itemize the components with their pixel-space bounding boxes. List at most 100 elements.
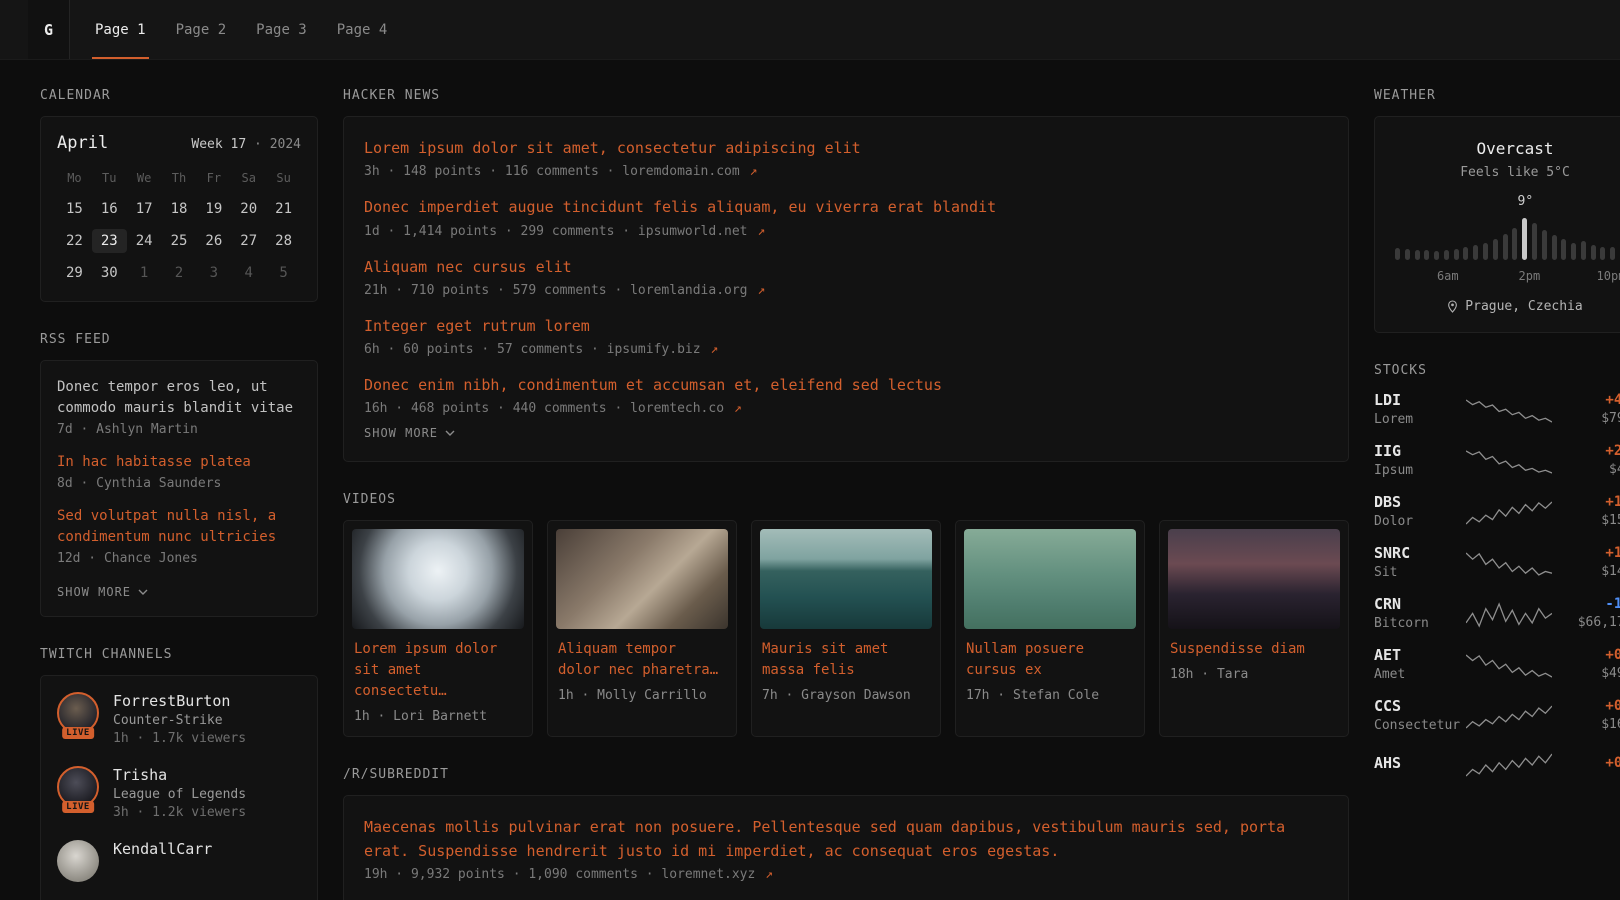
stock-values: +1.42%$156.28	[1556, 494, 1620, 528]
video-thumbnail[interactable]	[964, 529, 1136, 629]
hacker-news-item-meta: 3h · 148 points · 116 comments · loremdo…	[364, 164, 1328, 179]
rss-show-more-button[interactable]: SHOW MORE	[57, 585, 148, 599]
stock-id: CRNBitcorn	[1374, 595, 1462, 631]
video-card[interactable]: Nullam posuere cursus ex17h · Stefan Col…	[955, 520, 1145, 737]
video-title[interactable]: Aliquam tempor dolor nec pharetra…	[558, 639, 726, 681]
video-body: Nullam posuere cursus ex17h · Stefan Col…	[956, 637, 1144, 715]
hacker-news-item-title[interactable]: Donec imperdiet augue tincidunt felis al…	[364, 196, 1328, 219]
hacker-news-item-title[interactable]: Aliquam nec cursus elit	[364, 256, 1328, 279]
external-link-icon[interactable]: ↗	[710, 342, 718, 357]
stock-row[interactable]: CRNBitcorn-1.00%$66,171.48	[1374, 595, 1620, 631]
video-card[interactable]: Aliquam tempor dolor nec pharetra…1h · M…	[547, 520, 737, 737]
stock-sparkline	[1462, 496, 1556, 526]
hacker-news-item: Integer eget rutrum lorem 6h · 60 points …	[364, 315, 1328, 357]
channel-meta: 1h · 1.7k viewers	[113, 731, 246, 746]
twitch-channel[interactable]: LIVEForrestBurtonCounter-Strike1h · 1.7k…	[57, 692, 301, 746]
video-title[interactable]: Suspendisse diam	[1170, 639, 1338, 660]
video-title[interactable]: Mauris sit amet massa felis	[762, 639, 930, 681]
weather-bar	[1561, 239, 1566, 260]
stock-price: $148.64	[1556, 564, 1620, 579]
hacker-news-item-title[interactable]: Lorem ipsum dolor sit amet, consectetur …	[364, 137, 1328, 160]
calendar-day: 24	[127, 229, 162, 253]
video-title[interactable]: Nullam posuere cursus ex	[966, 639, 1134, 681]
right-column: WEATHER Overcast Feels like 5°C 9° 6am2p…	[1374, 88, 1620, 900]
video-thumbnail[interactable]	[760, 529, 932, 629]
tab-page-4[interactable]: Page 4	[322, 0, 403, 59]
left-column: CALENDAR April Week 17 · 2024 MoTuWeThFr…	[40, 88, 318, 900]
video-card[interactable]: Lorem ipsum dolor sit amet consectetu…1h…	[343, 520, 533, 737]
video-thumbnail[interactable]	[1168, 529, 1340, 629]
stock-price: $156.28	[1556, 513, 1620, 528]
video-card[interactable]: Suspendisse diam18h · Tara	[1159, 520, 1349, 737]
logo[interactable]: G	[28, 0, 70, 59]
weather-time-label: 10pm	[1597, 269, 1620, 283]
weather-bar	[1473, 245, 1478, 260]
stock-sparkline	[1462, 700, 1556, 730]
video-title[interactable]: Lorem ipsum dolor sit amet consectetu…	[354, 639, 522, 702]
weather-bar	[1483, 243, 1488, 260]
stock-id: AETAmet	[1374, 646, 1462, 682]
stock-row[interactable]: SNRCSit+1.36%$148.64	[1374, 544, 1620, 580]
video-thumbnail[interactable]	[352, 529, 524, 629]
stock-price: $165.84	[1556, 717, 1620, 732]
twitch-channel[interactable]: KendallCarr	[57, 840, 301, 882]
calendar-month: April	[57, 133, 108, 153]
stock-row[interactable]: IIGIpsum+2.84%$42.04	[1374, 442, 1620, 478]
hacker-news-show-more-button[interactable]: SHOW MORE	[364, 426, 455, 440]
channel-info: ForrestBurtonCounter-Strike1h · 1.7k vie…	[113, 692, 246, 746]
twitch-channel[interactable]: LIVETrishaLeague of Legends3h · 1.2k vie…	[57, 766, 301, 820]
stock-row[interactable]: AHS +0.46%	[1374, 748, 1620, 778]
hacker-news-item-title[interactable]: Donec enim nibh, condimentum et accumsan…	[364, 374, 1328, 397]
stock-row[interactable]: LDILorem+4.35%$795.18	[1374, 391, 1620, 427]
section-title-calendar: CALENDAR	[40, 88, 318, 103]
hacker-news-item: Lorem ipsum dolor sit amet, consectetur …	[364, 137, 1328, 179]
stock-row[interactable]: DBSDolor +1.42%$156.28	[1374, 493, 1620, 529]
stock-price: $795.18	[1556, 411, 1620, 426]
subreddit-widget: /R/SUBREDDIT Maecenas mollis pulvinar er…	[343, 767, 1349, 900]
rss-item-title[interactable]: Sed volutpat nulla nisl, a condimentum n…	[57, 506, 301, 548]
rss-item-title[interactable]: Donec tempor eros leo, ut commodo mauris…	[57, 377, 301, 419]
weather-bar	[1454, 249, 1459, 260]
stock-sparkline	[1462, 598, 1556, 628]
rss-widget: RSS FEED Donec tempor eros leo, ut commo…	[40, 332, 318, 617]
stock-id: AHS	[1374, 754, 1462, 772]
channel-meta: 3h · 1.2k viewers	[113, 805, 246, 820]
calendar-day: 29	[57, 261, 92, 285]
hacker-news-item-title[interactable]: Integer eget rutrum lorem	[364, 315, 1328, 338]
channel-info: KendallCarr	[113, 840, 212, 858]
calendar-day: 5	[266, 261, 301, 285]
calendar-day: 25	[162, 229, 197, 253]
external-link-icon[interactable]: ↗	[750, 164, 758, 179]
stock-price: $66,171.48	[1556, 615, 1620, 630]
video-card[interactable]: Mauris sit amet massa felis7h · Grayson …	[751, 520, 941, 737]
video-thumbnail[interactable]	[556, 529, 728, 629]
stock-symbol: IIG	[1374, 442, 1462, 460]
hacker-news-card: Lorem ipsum dolor sit amet, consectetur …	[343, 116, 1349, 462]
rss-item-title[interactable]: In hac habitasse platea	[57, 452, 301, 473]
live-badge: LIVE	[62, 801, 94, 813]
external-link-icon[interactable]: ↗	[757, 283, 765, 298]
tab-page-3[interactable]: Page 3	[241, 0, 322, 59]
hacker-news-item-meta: 6h · 60 points · 57 comments · ipsumify.…	[364, 342, 1328, 357]
stock-row[interactable]: AETAmet+0.92%$499.72	[1374, 646, 1620, 682]
section-title-videos: VIDEOS	[343, 492, 1349, 507]
stock-id: DBSDolor	[1374, 493, 1462, 529]
weather-time-label: 2pm	[1519, 269, 1541, 283]
stock-symbol: CRN	[1374, 595, 1462, 613]
hacker-news-item-meta: 16h · 468 points · 440 comments · loremt…	[364, 401, 1328, 416]
calendar-dow-label: We	[127, 171, 162, 185]
weather-bar	[1542, 230, 1547, 260]
stock-change-percent: +0.46%	[1556, 755, 1620, 771]
weather-bar	[1463, 247, 1468, 260]
external-link-icon[interactable]: ↗	[765, 867, 773, 882]
tab-page-2[interactable]: Page 2	[161, 0, 242, 59]
weather-card: Overcast Feels like 5°C 9° 6am2pm10pm Pr…	[1374, 116, 1620, 333]
stock-row[interactable]: CCSConsectetur+0.51%$165.84	[1374, 697, 1620, 733]
external-link-icon[interactable]: ↗	[757, 224, 765, 239]
calendar-day: 18	[162, 197, 197, 221]
stock-values: +2.84%$42.04	[1556, 443, 1620, 477]
subreddit-item-title[interactable]: Maecenas mollis pulvinar erat non posuer…	[364, 816, 1328, 863]
video-list: Lorem ipsum dolor sit amet consectetu…1h…	[343, 520, 1349, 737]
external-link-icon[interactable]: ↗	[734, 401, 742, 416]
tab-page-1[interactable]: Page 1	[80, 0, 161, 59]
